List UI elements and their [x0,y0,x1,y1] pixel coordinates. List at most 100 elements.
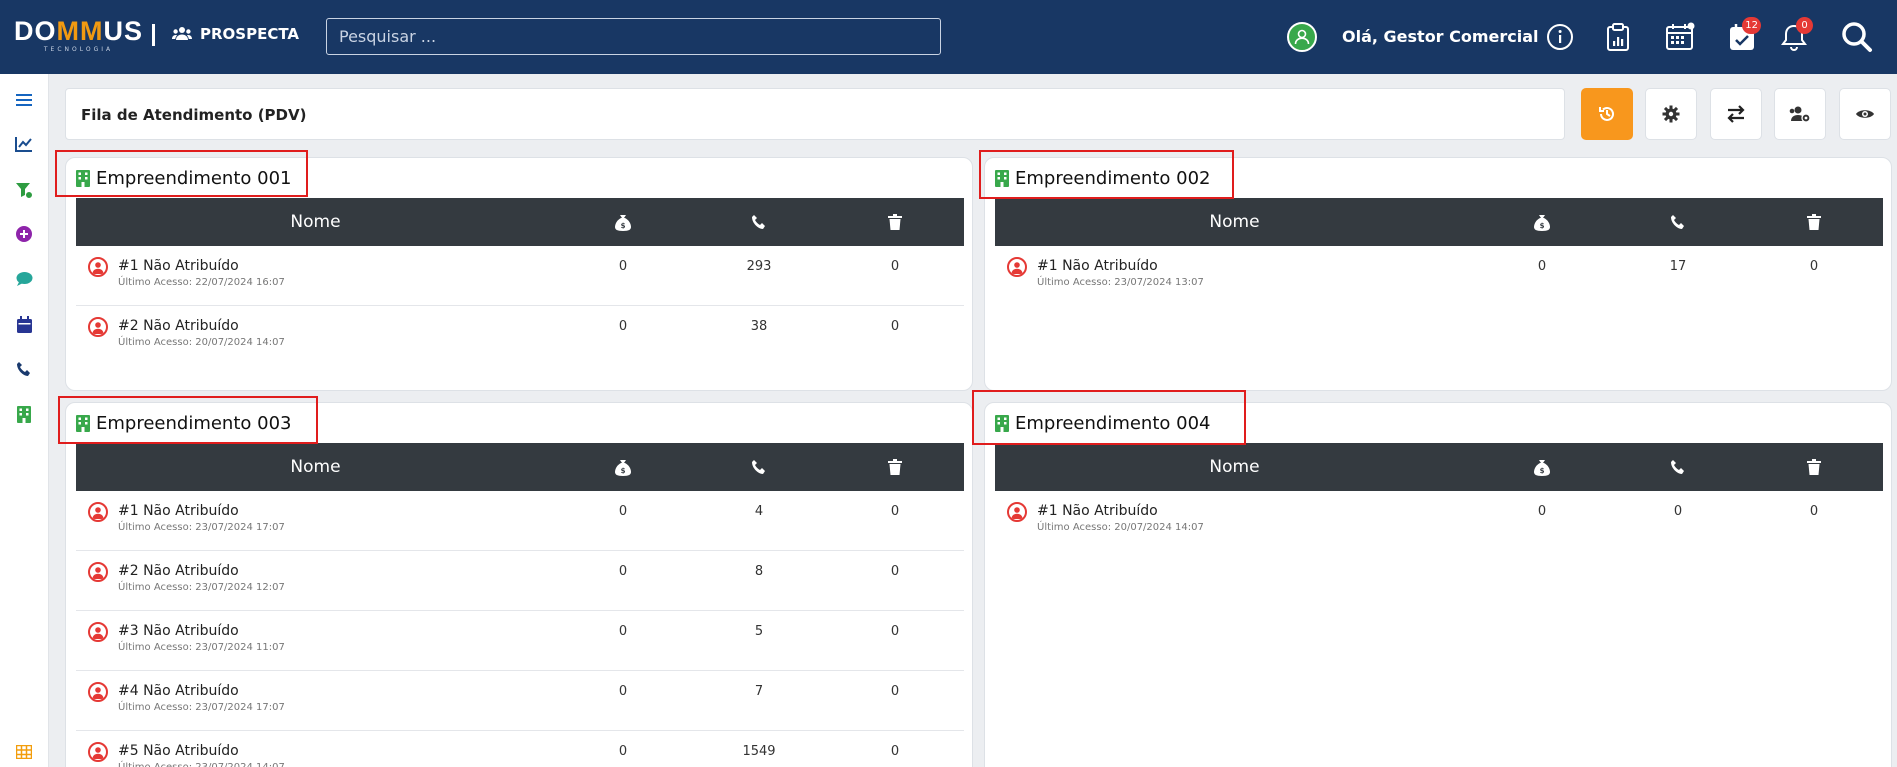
calendar-check-icon[interactable]: 12 [1725,17,1761,54]
queue-row[interactable]: #1 Não Atribuído Último Acesso: 23/07/202… [76,491,964,551]
queue-row[interactable]: #5 Não Atribuído Último Acesso: 23/07/202… [76,731,964,767]
discarded-count: 0 [890,504,900,519]
table-header: Nome $ [76,198,964,246]
queue-row[interactable]: #3 Não Atribuído Último Acesso: 23/07/202… [76,611,964,671]
users-settings-button[interactable] [1774,88,1826,140]
user-avatar-icon [88,502,108,522]
transfer-button[interactable] [1710,88,1762,140]
queue-rows: #1 Não Atribuído Último Acesso: 20/07/202… [995,491,1883,551]
highlight-box [58,396,318,444]
building-icon[interactable] [12,402,36,426]
sales-count: 0 [618,259,628,274]
agent-label: #3 Não Atribuído [118,623,239,639]
discarded-count: 0 [890,564,900,579]
clipboard-chart-icon[interactable] [1601,20,1635,54]
money-bag-icon: $ [1474,459,1610,476]
queue-rows: #1 Não Atribuído Último Acesso: 23/07/202… [76,491,964,767]
last-access: Último Acesso: 20/07/2024 14:07 [1037,522,1204,533]
eye-icon [1856,110,1874,118]
sidebar [0,74,49,767]
view-button[interactable] [1839,88,1891,140]
agent-cell: #2 Não Atribuído Último Acesso: 20/07/202… [76,317,555,349]
user-avatar-icon [88,682,108,702]
discarded-count: 0 [890,684,900,699]
funnel-icon[interactable] [12,178,36,202]
last-access: Último Acesso: 23/07/2024 13:07 [1037,277,1204,288]
calls-count: 17 [1669,259,1687,274]
search-input[interactable] [326,18,941,55]
trash-icon [827,459,963,475]
user-avatar-icon [88,742,108,762]
agent-label: #1 Não Atribuído [118,503,239,519]
highlight-box [55,150,308,197]
last-access: Último Acesso: 23/07/2024 17:07 [118,522,285,533]
sales-count: 0 [618,504,628,519]
agent-cell: #1 Não Atribuído Último Acesso: 22/07/202… [76,257,555,289]
module-name: PROSPECTA [200,25,300,43]
history-button[interactable] [1581,88,1633,140]
trash-icon [1746,459,1882,475]
module-label[interactable]: PROSPECTA [172,25,299,43]
tasks-badge: 12 [1742,17,1761,34]
user-avatar-icon [88,257,108,277]
sales-count: 0 [618,319,628,334]
phone-icon [1610,214,1746,230]
phone-icon [1610,459,1746,475]
users-gear-icon [1789,106,1811,123]
chat-icon[interactable] [12,267,36,291]
user-avatar-icon [88,562,108,582]
calls-count: 38 [750,319,768,334]
queue-row[interactable]: #4 Não Atribuído Último Acesso: 23/07/202… [76,671,964,731]
agent-label: #4 Não Atribuído [118,683,239,699]
queue-row[interactable]: #1 Não Atribuído Último Acesso: 20/07/202… [995,491,1883,551]
money-bag-icon: $ [555,214,691,231]
table-header: Nome $ [76,443,964,491]
page-title: Fila de Atendimento (PDV) [81,106,307,124]
user-greeting[interactable]: Olá, Gestor Comercial [1342,27,1539,46]
queue-row[interactable]: #1 Não Atribuído Último Acesso: 23/07/202… [995,246,1883,306]
calendar-icon[interactable] [12,312,36,336]
calls-count: 7 [754,684,764,699]
phone-icon [691,459,827,475]
agent-label: #2 Não Atribuído [118,318,239,334]
search-icon[interactable] [1840,20,1874,54]
table-icon[interactable] [12,740,36,764]
user-avatar-icon [88,317,108,337]
sales-count: 0 [618,564,628,579]
agent-cell: #5 Não Atribuído Último Acesso: 23/07/202… [76,742,555,767]
name-column-header: Nome [290,457,341,477]
settings-button[interactable] [1645,88,1697,140]
name-column-header: Nome [1209,457,1260,477]
bell-icon[interactable]: 0 [1777,17,1813,54]
calls-count: 1549 [742,744,776,759]
user-avatar-icon [88,622,108,642]
chart-line-icon[interactable] [12,132,36,156]
plus-circle-icon[interactable] [12,222,36,246]
money-bag-icon: $ [1474,214,1610,231]
last-access: Último Acesso: 23/07/2024 14:07 [118,762,285,767]
agent-label: #1 Não Atribuído [118,258,239,274]
queue-row[interactable]: #1 Não Atribuído Último Acesso: 22/07/202… [76,246,964,306]
calendar-icon[interactable] [1663,20,1697,54]
trash-icon [1746,214,1882,230]
calls-count: 293 [746,259,772,274]
user-avatar-icon[interactable] [1287,22,1317,52]
queue-row[interactable]: #2 Não Atribuído Último Acesso: 20/07/202… [76,306,964,366]
info-icon[interactable] [1543,20,1577,54]
svg-text:$: $ [621,467,626,475]
gear-icon [1662,105,1680,123]
agent-label: #1 Não Atribuído [1037,503,1158,519]
logo[interactable]: DOMMUS TECNOLOGIA [14,18,143,54]
menu-icon[interactable] [12,88,36,112]
trash-icon [827,214,963,230]
sales-count: 0 [1537,259,1547,274]
calls-count: 0 [1673,504,1683,519]
users-icon [172,27,192,40]
phone-icon[interactable] [12,357,36,381]
logo-subtitle: TECNOLOGIA [43,46,114,53]
queue-rows: #1 Não Atribuído Último Acesso: 23/07/202… [995,246,1883,306]
sales-count: 0 [618,624,628,639]
svg-text:$: $ [1540,222,1545,230]
queue-row[interactable]: #2 Não Atribuído Último Acesso: 23/07/202… [76,551,964,611]
agent-cell: #1 Não Atribuído Último Acesso: 20/07/202… [995,502,1474,534]
